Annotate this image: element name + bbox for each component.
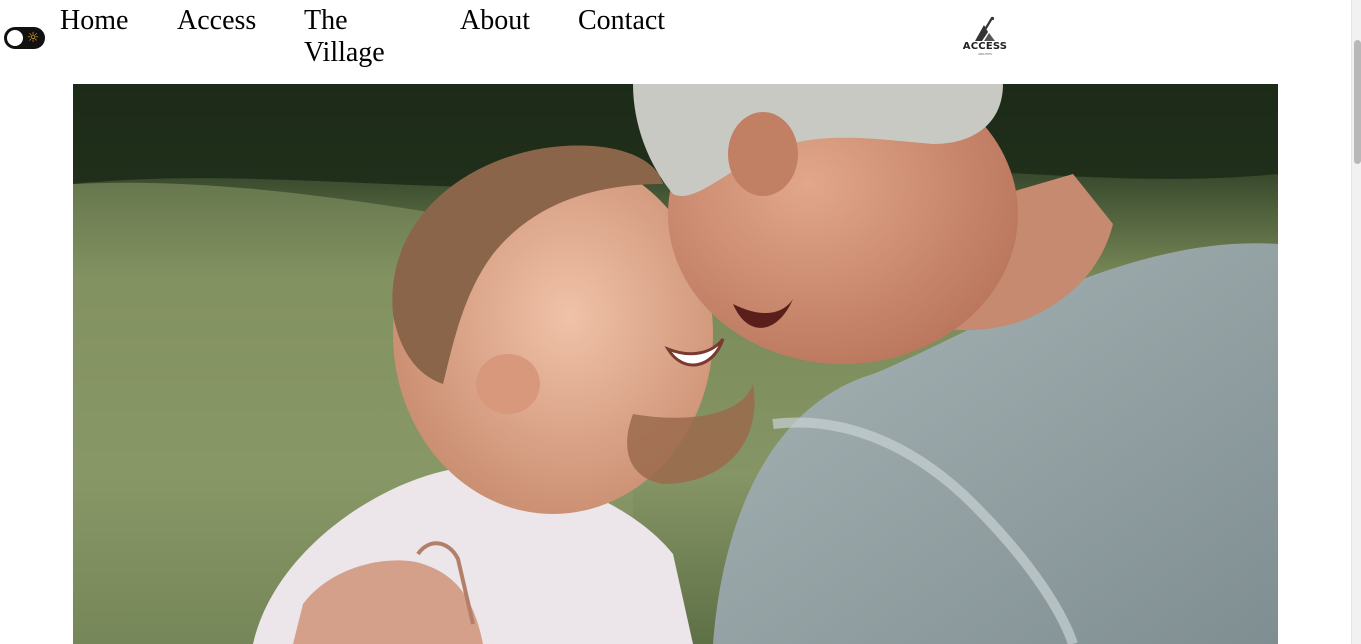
logo-text: ACCESS	[962, 41, 1008, 52]
nav-contact[interactable]: Contact	[578, 5, 665, 37]
nav-home[interactable]: Home	[60, 5, 128, 37]
site-logo[interactable]: ACCESS ABILITIES	[962, 16, 1008, 62]
sun-icon: ☼	[26, 30, 40, 46]
logo-subtext: ABILITIES	[977, 52, 993, 56]
theme-toggle[interactable]: ☼	[4, 27, 45, 49]
scrollbar-thumb[interactable]	[1354, 40, 1361, 164]
page: ☼ Home Access The Village About Contact …	[0, 0, 1361, 644]
logo-mark-icon	[975, 16, 995, 41]
site-header: ☼ Home Access The Village About Contact …	[0, 0, 1351, 84]
nav-the-village[interactable]: The Village	[304, 5, 414, 69]
page-scrollbar[interactable]	[1351, 0, 1361, 644]
hero-image	[73, 84, 1278, 644]
nav-about[interactable]: About	[460, 5, 530, 37]
hero-photo-illustration	[73, 84, 1278, 644]
nav-access[interactable]: Access	[177, 5, 256, 37]
toggle-knob	[7, 30, 23, 46]
